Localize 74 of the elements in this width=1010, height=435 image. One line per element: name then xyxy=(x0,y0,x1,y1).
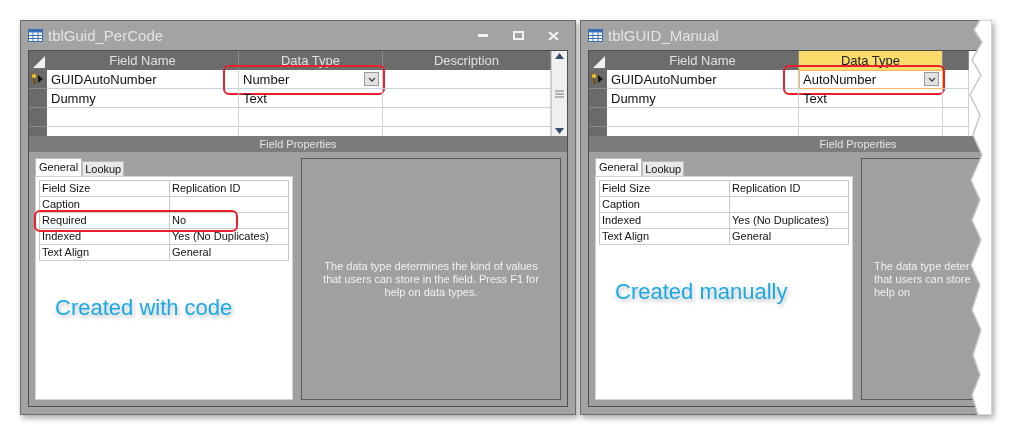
annotation-caption: Created manually xyxy=(615,279,788,305)
scrollbar[interactable] xyxy=(551,51,567,136)
property-value[interactable]: Yes (No Duplicates) xyxy=(170,229,289,245)
table-cell[interactable]: AutoNumber xyxy=(799,70,943,89)
row-selector[interactable] xyxy=(29,70,47,89)
property-value[interactable]: General xyxy=(170,245,289,261)
property-name[interactable]: Caption xyxy=(600,197,730,213)
row-selector[interactable] xyxy=(589,70,607,89)
property-name[interactable]: Indexed xyxy=(40,229,170,245)
tab[interactable]: General xyxy=(595,158,643,176)
close-icon[interactable] xyxy=(547,30,559,41)
property-value[interactable]: No xyxy=(170,213,289,229)
table-cell[interactable] xyxy=(799,108,943,127)
tab[interactable]: Lookup xyxy=(82,161,125,176)
table-cell[interactable] xyxy=(943,70,969,89)
property-name[interactable]: Field Size xyxy=(40,181,170,197)
chevron-down-icon[interactable] xyxy=(367,76,376,82)
scroll-down-icon[interactable] xyxy=(555,128,564,134)
window-title: tblGuid_PerCode xyxy=(48,27,165,44)
restore-icon[interactable] xyxy=(512,31,524,40)
property-value[interactable] xyxy=(170,197,289,213)
property-name[interactable]: Text Align xyxy=(600,229,730,245)
help-text: The data type determines the kind of values xyxy=(324,259,538,273)
column-header[interactable]: Field Name xyxy=(607,51,799,70)
chevron-down-icon[interactable] xyxy=(927,76,936,82)
dropdown-button[interactable] xyxy=(924,72,939,86)
table-cell[interactable] xyxy=(239,108,383,127)
key-icon xyxy=(30,73,38,85)
select-all-corner-icon[interactable] xyxy=(33,56,45,68)
table-icon xyxy=(588,29,603,42)
scroll-up-icon[interactable] xyxy=(555,53,564,59)
help-text: help on data types. xyxy=(384,285,478,299)
table-cell[interactable] xyxy=(607,108,799,127)
property-value[interactable]: General xyxy=(730,229,849,245)
table-cell[interactable]: Dummy xyxy=(607,89,799,108)
help-text: The data type deter xyxy=(874,259,970,273)
property-value[interactable]: Replication ID xyxy=(170,181,289,197)
table-cell[interactable]: Dummy xyxy=(47,89,239,108)
help-text: help on xyxy=(874,285,911,299)
property-name[interactable]: Field Size xyxy=(600,181,730,197)
table-cell[interactable] xyxy=(943,108,969,127)
column-header[interactable]: Description xyxy=(383,51,551,70)
help-text: that users can store xyxy=(874,272,971,286)
column-header[interactable]: Field Name xyxy=(47,51,239,70)
table-cell[interactable] xyxy=(943,89,969,108)
property-value[interactable]: Yes (No Duplicates) xyxy=(730,213,849,229)
section-title: Field Properties xyxy=(29,136,567,152)
select-all-corner-icon[interactable] xyxy=(593,56,605,68)
table-cell[interactable]: Text xyxy=(799,89,943,108)
tab[interactable]: General xyxy=(35,158,83,176)
table-cell[interactable]: GUIDAutoNumber xyxy=(47,70,239,89)
scroll-thumb-icon[interactable] xyxy=(555,89,564,98)
table-icon xyxy=(28,29,43,42)
property-name[interactable]: Caption xyxy=(40,197,170,213)
dropdown-button[interactable] xyxy=(364,72,379,86)
property-name[interactable]: Required xyxy=(40,213,170,229)
table-cell[interactable] xyxy=(47,108,239,127)
current-row-arrow-icon xyxy=(38,75,43,83)
property-name[interactable]: Indexed xyxy=(600,213,730,229)
current-row-arrow-icon xyxy=(598,75,603,83)
table-cell[interactable]: GUIDAutoNumber xyxy=(607,70,799,89)
table-cell[interactable]: Number xyxy=(239,70,383,89)
table-cell[interactable] xyxy=(383,108,551,127)
table-cell[interactable] xyxy=(383,70,551,89)
tab[interactable]: Lookup xyxy=(642,161,685,176)
annotation-caption: Created with code xyxy=(55,295,233,321)
window-title: tblGUID_Manual xyxy=(608,27,720,44)
key-icon xyxy=(590,73,598,85)
property-value[interactable]: Replication ID xyxy=(730,181,849,197)
property-name[interactable]: Text Align xyxy=(40,245,170,261)
table-cell[interactable]: Text xyxy=(239,89,383,108)
table-cell[interactable] xyxy=(383,89,551,108)
minimize-icon[interactable] xyxy=(478,33,488,38)
help-text: that users can store in the field. Press F1 for xyxy=(323,272,539,286)
